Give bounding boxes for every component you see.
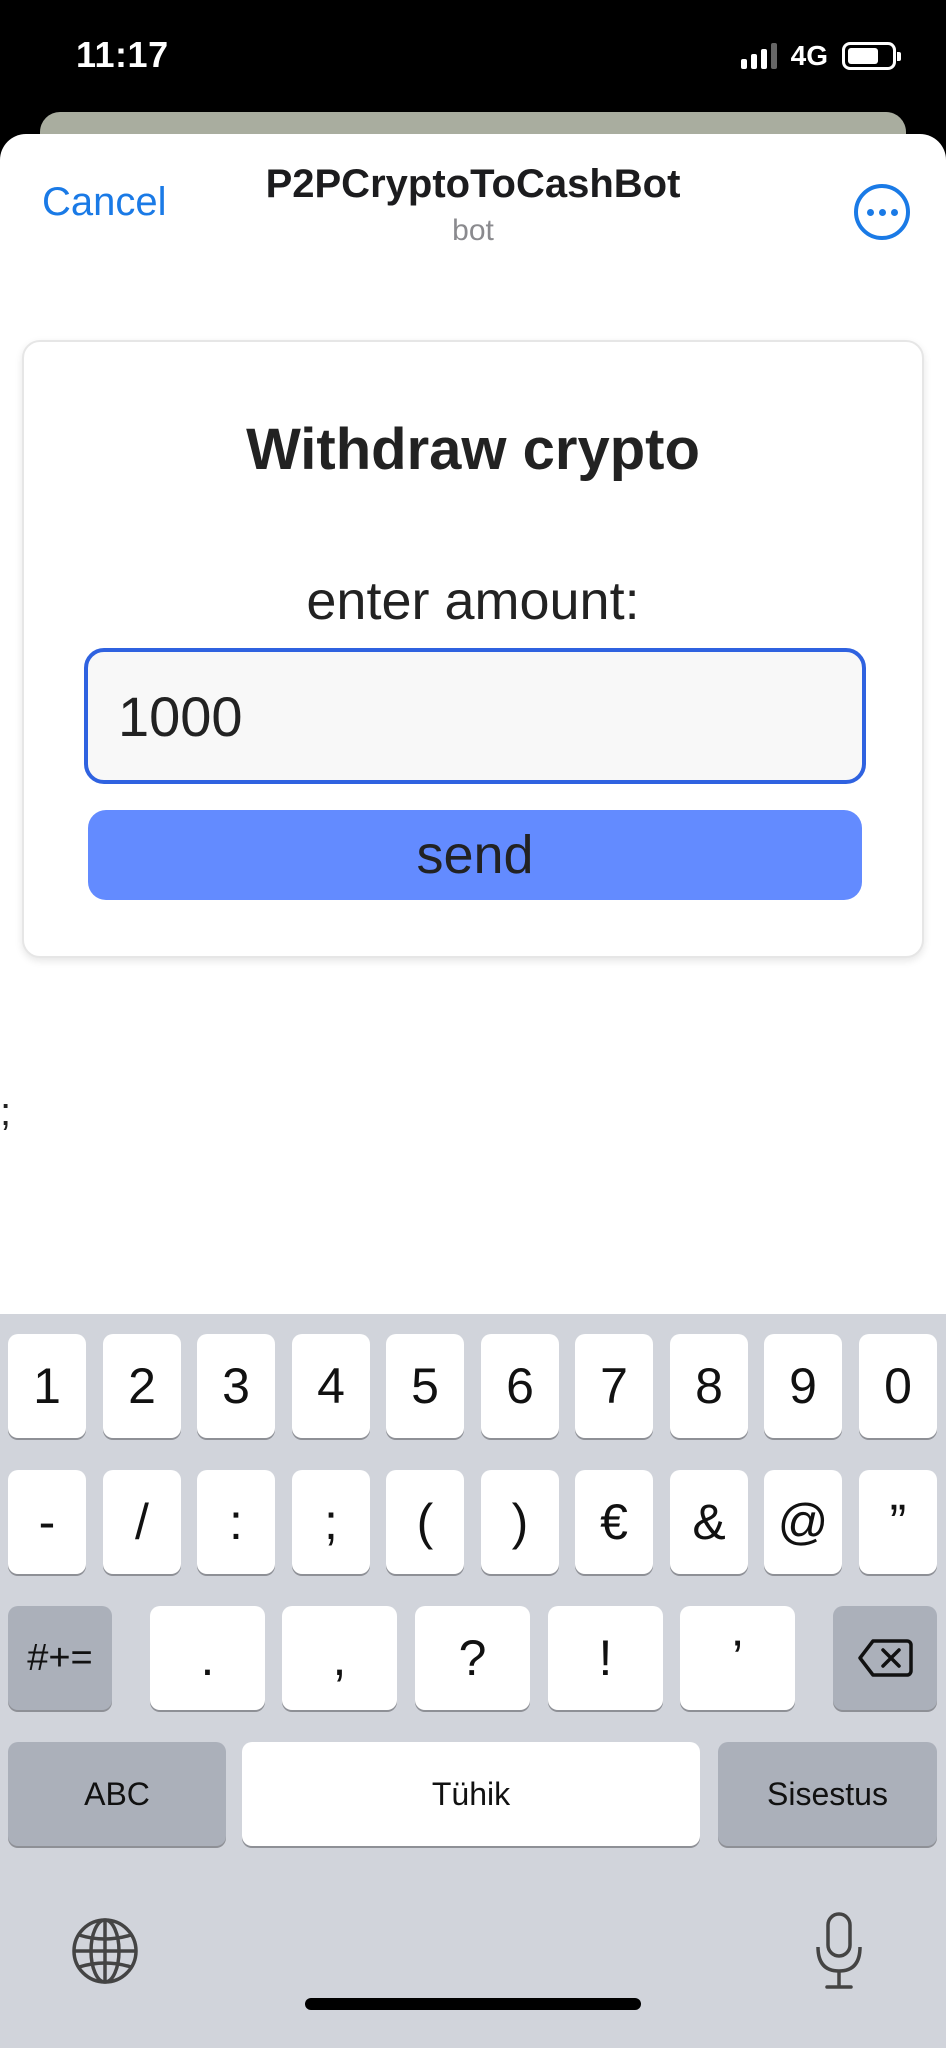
key-close-paren[interactable]: ) — [481, 1470, 559, 1574]
more-options-icon[interactable] — [854, 184, 910, 240]
amount-input[interactable] — [84, 648, 866, 784]
key-quote[interactable]: ” — [859, 1470, 937, 1574]
key-question[interactable]: ? — [415, 1606, 530, 1710]
key-period[interactable]: . — [150, 1606, 265, 1710]
key-exclamation[interactable]: ! — [548, 1606, 663, 1710]
key-slash[interactable]: / — [103, 1470, 181, 1574]
card-title: Withdraw crypto — [246, 417, 700, 482]
navigation-bar: Cancel P2PCryptoToCashBot bot — [0, 134, 946, 284]
microphone-icon[interactable] — [804, 1910, 874, 1992]
key-semicolon[interactable]: ; — [292, 1470, 370, 1574]
stray-text: ; — [0, 1090, 12, 1134]
withdraw-card: Withdraw crypto enter amount: send — [22, 340, 924, 958]
key-abc[interactable]: ABC — [8, 1742, 226, 1846]
amount-label: enter amount: — [306, 571, 640, 631]
bot-title: P2PCryptoToCashBot — [265, 162, 681, 206]
bot-subtitle: bot — [452, 214, 494, 247]
key-8[interactable]: 8 — [670, 1334, 748, 1438]
key-euro[interactable]: € — [575, 1470, 653, 1574]
key-open-paren[interactable]: ( — [386, 1470, 464, 1574]
key-5[interactable]: 5 — [386, 1334, 464, 1438]
key-0[interactable]: 0 — [859, 1334, 937, 1438]
key-6[interactable]: 6 — [481, 1334, 559, 1438]
status-time: 11:17 — [76, 34, 169, 75]
key-4[interactable]: 4 — [292, 1334, 370, 1438]
key-7[interactable]: 7 — [575, 1334, 653, 1438]
key-symbols-mode[interactable]: #+= — [8, 1606, 112, 1710]
signal-icon — [740, 43, 777, 69]
key-return[interactable]: Sisestus — [718, 1742, 937, 1846]
send-button[interactable]: send — [88, 810, 862, 900]
key-space[interactable]: Tühik — [242, 1742, 700, 1846]
key-9[interactable]: 9 — [764, 1334, 842, 1438]
battery-icon — [842, 42, 901, 70]
backspace-icon[interactable] — [833, 1606, 937, 1710]
key-at[interactable]: @ — [764, 1470, 842, 1574]
key-2[interactable]: 2 — [103, 1334, 181, 1438]
key-apostrophe[interactable]: ’ — [680, 1606, 795, 1710]
key-ampersand[interactable]: & — [670, 1470, 748, 1574]
keyboard: 1 2 3 4 5 6 7 8 9 0 - / : ; ( ) € & @ ” … — [0, 1314, 946, 2048]
key-3[interactable]: 3 — [197, 1334, 275, 1438]
globe-icon[interactable] — [68, 1914, 142, 1988]
status-indicators: 4G — [740, 40, 901, 72]
network-type: 4G — [790, 40, 828, 71]
status-bar: 11:17 4G — [0, 0, 946, 112]
key-comma[interactable]: , — [282, 1606, 397, 1710]
key-hyphen[interactable]: - — [8, 1470, 86, 1574]
key-colon[interactable]: : — [197, 1470, 275, 1574]
key-1[interactable]: 1 — [8, 1334, 86, 1438]
home-indicator — [305, 1998, 641, 2010]
